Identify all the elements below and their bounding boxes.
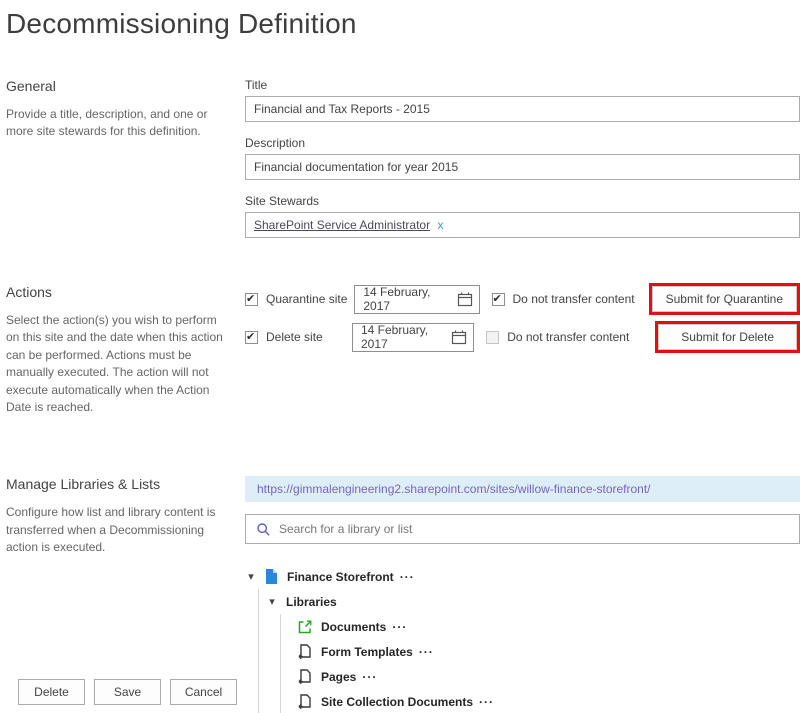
tree-item-pages[interactable]: Pages ··· [297,664,800,689]
calendar-icon[interactable] [457,291,473,307]
delete-date-value: 14 February, 2017 [361,323,451,351]
decommissioning-definition-page: Decommissioning Definition General Provi… [0,0,800,713]
pages-more-icon[interactable]: ··· [362,670,377,684]
documents-more-icon[interactable]: ··· [392,620,407,634]
form-templates-more-icon[interactable]: ··· [419,645,434,659]
quarantine-date-value: 14 February, 2017 [363,285,456,313]
general-section: General Provide a title, description, an… [0,78,800,252]
search-placeholder: Search for a library or list [279,522,412,536]
manage-section: Manage Libraries & Lists Configure how l… [0,476,800,713]
actions-heading: Actions [6,284,231,300]
caret-down-icon[interactable]: ▾ [266,595,278,608]
delete-no-transfer-label: Do not transfer content [507,330,629,344]
delete-date-field[interactable]: 14 February, 2017 [352,323,474,352]
quarantine-no-transfer-label: Do not transfer content [513,292,635,306]
tree-root-row[interactable]: ▾ Finance Storefront ··· [245,564,800,589]
page-title: Decommissioning Definition [0,0,800,40]
no-transfer-doc-icon [297,644,313,659]
quarantine-action-row: Quarantine site 14 February, 2017 Do not… [245,284,800,314]
search-icon [256,522,271,537]
quarantine-site-label: Quarantine site [266,292,354,306]
tree-item-documents[interactable]: Documents ··· [297,614,800,639]
caret-down-icon[interactable]: ▾ [245,570,257,583]
submit-for-delete-button[interactable]: Submit for Delete [658,324,797,350]
no-transfer-doc-icon [297,694,313,709]
manage-heading: Manage Libraries & Lists [6,476,231,492]
root-more-icon[interactable]: ··· [400,570,415,584]
site-stewards-picker[interactable]: SharePoint Service Administrator x [245,212,800,238]
quarantine-callout-box: Submit for Quarantine [649,283,800,315]
steward-chip[interactable]: SharePoint Service Administrator [254,218,430,232]
title-input[interactable] [245,96,800,122]
quarantine-no-transfer-checkbox[interactable] [492,293,505,306]
library-tree: ▾ Finance Storefront ··· ▾ Libraries [245,564,800,713]
description-input[interactable] [245,154,800,180]
delete-site-checkbox[interactable] [245,331,258,344]
steward-remove-icon[interactable]: x [437,218,443,232]
delete-callout-box: Submit for Delete [655,321,800,353]
site-doc-icon [263,569,279,584]
actions-description: Select the action(s) you wish to perform… [6,312,231,416]
actions-section: Actions Select the action(s) you wish to… [0,284,800,416]
title-label: Title [245,78,800,92]
site-url-link[interactable]: https://gimmalengineering2.sharepoint.co… [257,482,651,496]
tree-root-label[interactable]: Finance Storefront [287,570,394,584]
quarantine-date-field[interactable]: 14 February, 2017 [354,285,479,314]
delete-no-transfer-checkbox[interactable] [486,331,499,344]
tree-item-site-collection-documents[interactable]: Site Collection Documents ··· [297,689,800,713]
library-search-box[interactable]: Search for a library or list [245,514,800,544]
pages-label[interactable]: Pages [321,670,356,684]
calendar-icon[interactable] [451,329,467,345]
site-stewards-label: Site Stewards [245,194,800,208]
quarantine-site-checkbox[interactable] [245,293,258,306]
delete-site-label: Delete site [266,330,352,344]
libraries-label[interactable]: Libraries [286,595,337,609]
delete-button[interactable]: Delete [18,679,85,705]
form-templates-label[interactable]: Form Templates [321,645,413,659]
description-label: Description [245,136,800,150]
no-transfer-doc-icon [297,669,313,684]
site-collection-documents-label[interactable]: Site Collection Documents [321,695,473,709]
tree-item-form-templates[interactable]: Form Templates ··· [297,639,800,664]
cancel-button[interactable]: Cancel [170,679,237,705]
save-button[interactable]: Save [94,679,161,705]
footer-actions: Delete Save Cancel [18,679,237,705]
transfer-content-icon [297,620,313,634]
submit-for-quarantine-button[interactable]: Submit for Quarantine [652,286,797,312]
manage-description: Configure how list and library content i… [6,504,231,556]
tree-group-libraries[interactable]: ▾ Libraries [266,589,800,614]
delete-action-row: Delete site 14 February, 2017 Do not tra… [245,322,800,352]
documents-label[interactable]: Documents [321,620,386,634]
site-collection-documents-more-icon[interactable]: ··· [479,695,494,709]
general-description: Provide a title, description, and one or… [6,106,231,141]
general-heading: General [6,78,231,94]
site-url-bar: https://gimmalengineering2.sharepoint.co… [245,476,800,502]
